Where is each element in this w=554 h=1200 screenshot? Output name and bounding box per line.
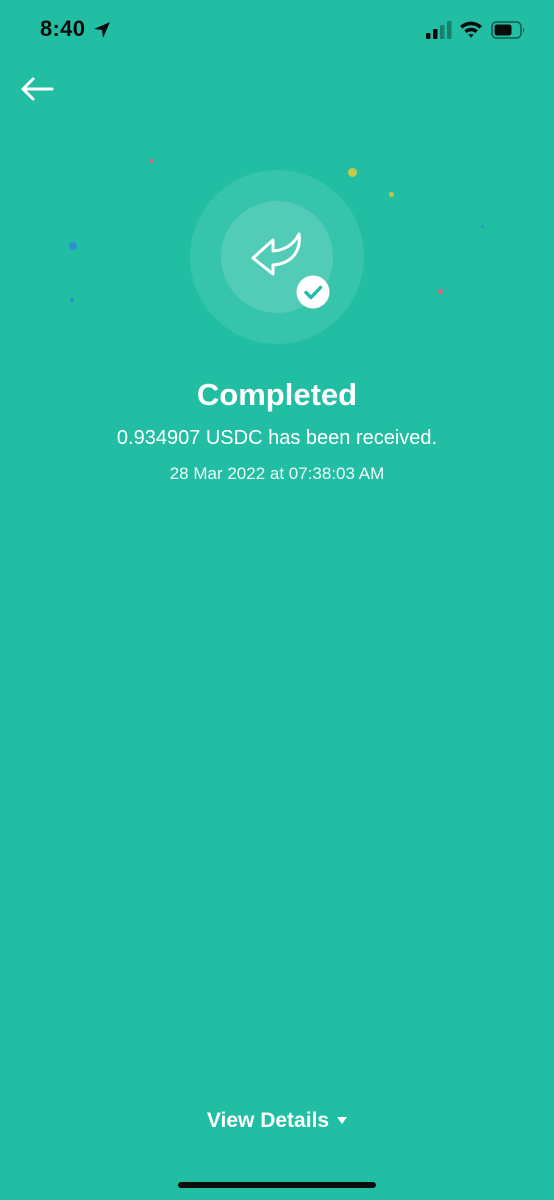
arrow-left-icon xyxy=(21,77,54,101)
status-title: Completed xyxy=(196,377,358,412)
check-circle-icon xyxy=(296,275,330,309)
status-message: 0.934907 USDC has been received. xyxy=(116,427,438,449)
status-time: 8:40 xyxy=(40,16,86,41)
transaction-status-graphic xyxy=(190,170,364,344)
caret-down-icon xyxy=(337,1117,348,1124)
location-arrow-icon xyxy=(94,22,110,38)
confetti-dot xyxy=(69,242,77,250)
confetti-dot xyxy=(481,225,484,228)
confetti-dot xyxy=(150,159,154,163)
view-details-button[interactable]: View Details xyxy=(190,1104,364,1138)
wifi-icon xyxy=(460,21,482,38)
battery-icon xyxy=(491,21,525,39)
cellular-signal-icon xyxy=(426,21,452,39)
confetti-dot xyxy=(70,298,74,302)
back-button[interactable] xyxy=(14,70,60,108)
confetti-dot xyxy=(389,192,394,197)
home-indicator[interactable] xyxy=(178,1182,376,1188)
status-bar: 8:40 xyxy=(0,0,554,60)
confetti-dot xyxy=(438,289,443,294)
transaction-timestamp: 28 Mar 2022 at 07:38:03 AM xyxy=(169,464,385,483)
view-details-label: View Details xyxy=(206,1109,330,1132)
